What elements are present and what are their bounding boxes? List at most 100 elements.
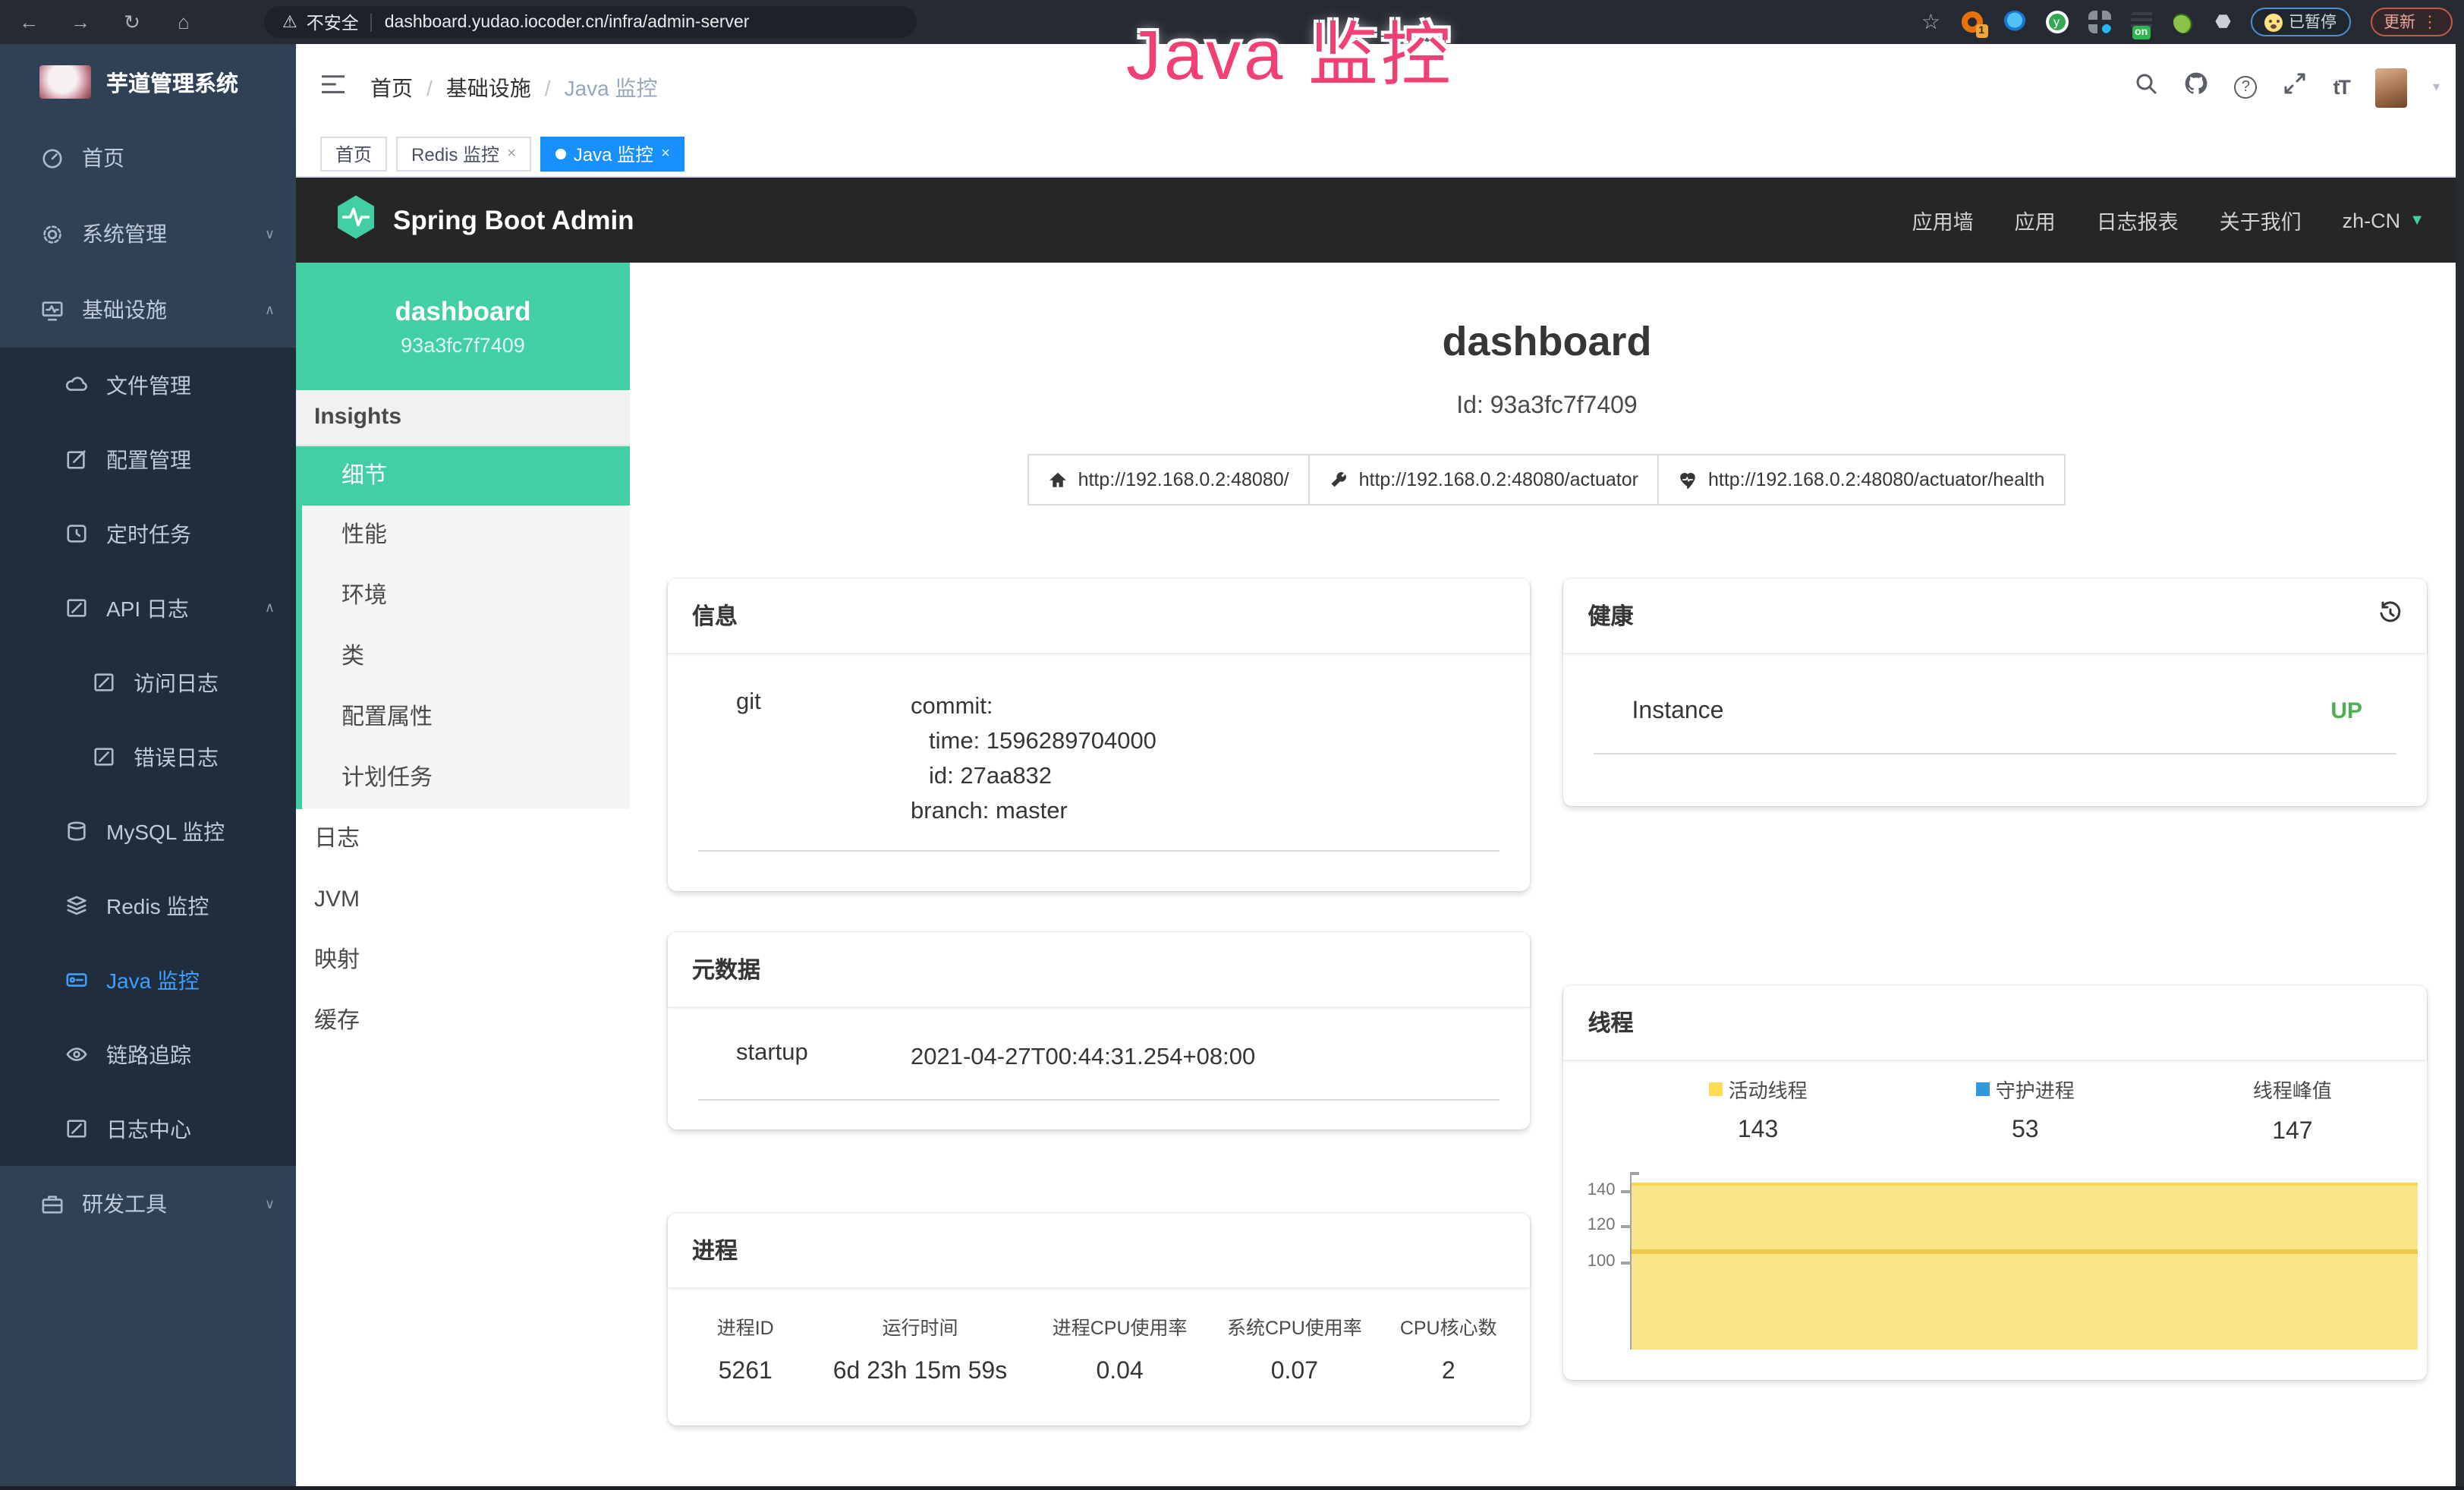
extension-icon-grid[interactable] bbox=[2088, 11, 2110, 33]
forward-icon[interactable]: → bbox=[64, 11, 97, 33]
sba-item-config-props[interactable]: 配置属性 bbox=[302, 688, 630, 748]
breadcrumb-home[interactable]: 首页 bbox=[370, 72, 413, 102]
sba-item-details[interactable]: 细节 bbox=[302, 446, 630, 506]
tab-redis-monitor[interactable]: Redis 监控 × bbox=[396, 136, 531, 171]
chevron-down-icon[interactable]: ▾ bbox=[2433, 79, 2440, 96]
sidebar-item-file-manage[interactable]: 文件管理 bbox=[0, 348, 296, 422]
hamburger-icon[interactable] bbox=[320, 72, 346, 102]
heartbeat-icon bbox=[1679, 471, 1698, 489]
health-instance-row: Instance UP bbox=[1564, 653, 2427, 726]
yellow-swatch-icon bbox=[1709, 1082, 1723, 1096]
process-col-cores: CPU核心数 bbox=[1382, 1312, 1515, 1340]
home-icon[interactable]: ⌂ bbox=[167, 11, 200, 33]
info-card-header: 信息 bbox=[668, 578, 1531, 653]
sba-nav-wallboard[interactable]: 应用墙 bbox=[1912, 205, 1974, 235]
sba-item-environment[interactable]: 环境 bbox=[302, 566, 630, 627]
admin-sidebar: 芋道管理系统 首页 系统管理 ∨ 基础设施 ∧ 文件管理 bbox=[0, 44, 296, 1490]
extension-icon-leaf[interactable] bbox=[2173, 11, 2195, 33]
info-card: 信息 git commit: time: 1596289704000 id: 2… bbox=[668, 578, 1531, 891]
extension-icon-orange[interactable]: 1 bbox=[1960, 11, 1983, 33]
sba-instance-header[interactable]: dashboard 93a3fc7f7409 bbox=[296, 263, 630, 390]
health-url-chip[interactable]: http://192.168.0.2:48080/actuator/health bbox=[1658, 454, 2066, 506]
briefcase-icon bbox=[39, 1192, 64, 1216]
window-scrollbar[interactable] bbox=[2455, 44, 2464, 1490]
search-icon[interactable] bbox=[2134, 71, 2158, 103]
threads-legend: 活动线程 143 守护进程 53 线程峰值 bbox=[1564, 1060, 2427, 1146]
close-icon[interactable]: × bbox=[507, 145, 516, 162]
metadata-key: startup bbox=[736, 1040, 911, 1075]
back-icon[interactable]: ← bbox=[12, 11, 46, 33]
metadata-value: 2021-04-27T00:44:31.254+08:00 bbox=[911, 1040, 1255, 1075]
fullscreen-icon[interactable] bbox=[2283, 71, 2307, 103]
service-url-chip[interactable]: http://192.168.0.2:48080/ bbox=[1028, 454, 1311, 506]
sba-item-logs[interactable]: 日志 bbox=[296, 809, 630, 870]
health-status-badge: UP bbox=[2330, 698, 2362, 726]
sba-item-metrics[interactable]: 性能 bbox=[302, 506, 630, 566]
sidebar-item-java-monitor[interactable]: Java 监控 bbox=[0, 943, 296, 1017]
url-bar[interactable]: ⚠ 不安全 dashboard.yudao.iocoder.cn/infra/a… bbox=[264, 6, 917, 38]
sidebar-item-redis-monitor[interactable]: Redis 监控 bbox=[0, 868, 296, 943]
extensions-puzzle-icon[interactable]: ⬣ bbox=[2215, 11, 2231, 33]
sidebar-item-home[interactable]: 首页 bbox=[0, 120, 296, 196]
update-button[interactable]: 更新 ⋮ bbox=[2370, 8, 2452, 36]
edit-square-icon bbox=[64, 447, 88, 471]
breadcrumb-infra[interactable]: 基础设施 bbox=[446, 72, 531, 102]
info-value: commit: time: 1596289704000 id: 27aa832 … bbox=[911, 689, 1156, 829]
sidebar-item-access-log[interactable]: 访问日志 bbox=[0, 645, 296, 720]
reload-icon[interactable]: ↻ bbox=[115, 10, 149, 34]
extension-icon-drop[interactable] bbox=[2003, 11, 2025, 33]
sba-item-mappings[interactable]: 映射 bbox=[296, 931, 630, 991]
sidebar-item-dev-tools[interactable]: 研发工具 ∨ bbox=[0, 1166, 296, 1242]
actuator-url-chip[interactable]: http://192.168.0.2:48080/actuator bbox=[1309, 454, 1660, 506]
tab-bar: 首页 Redis 监控 × Java 监控 × bbox=[296, 131, 2464, 178]
bookmark-star-icon[interactable]: ☆ bbox=[1921, 9, 1940, 35]
sidebar-item-mysql-monitor[interactable]: MySQL 监控 bbox=[0, 794, 296, 868]
row-divider bbox=[1594, 753, 2396, 754]
live-threads-value: 143 bbox=[1625, 1117, 1892, 1145]
sidebar-item-trace[interactable]: 链路追踪 bbox=[0, 1017, 296, 1092]
paused-badge[interactable]: 已暂停 bbox=[2251, 8, 2350, 36]
github-icon[interactable] bbox=[2184, 71, 2208, 103]
user-avatar[interactable] bbox=[2375, 68, 2407, 107]
threads-chart: 140 120 100 bbox=[1564, 1167, 2427, 1312]
sba-item-scheduled-tasks[interactable]: 计划任务 bbox=[302, 748, 630, 809]
help-icon[interactable]: ? bbox=[2234, 76, 2257, 99]
tab-java-monitor[interactable]: Java 监控 × bbox=[540, 136, 685, 171]
sidebar-item-infrastructure[interactable]: 基础设施 ∧ bbox=[0, 272, 296, 348]
sba-nav-applications[interactable]: 应用 bbox=[2015, 205, 2056, 235]
ytick-140: 140 bbox=[1564, 1181, 1616, 1199]
row-divider bbox=[698, 850, 1500, 852]
chevron-up-icon: ∧ bbox=[265, 301, 275, 318]
ytick-120: 120 bbox=[1564, 1216, 1616, 1234]
sba-brand-title: Spring Boot Admin bbox=[393, 204, 634, 236]
sidebar-item-scheduled-jobs[interactable]: 定时任务 bbox=[0, 496, 296, 571]
process-card: 进程 进程ID 运行时间 进程CPU使用率 系统CPU使用率 bbox=[668, 1213, 1531, 1425]
extension-icon-tampermonkey[interactable]: on bbox=[2130, 11, 2153, 33]
sba-item-classes[interactable]: 类 bbox=[302, 627, 630, 688]
close-icon[interactable]: × bbox=[661, 145, 670, 162]
sba-sidebar: dashboard 93a3fc7f7409 Insights 细节 性能 环境… bbox=[296, 263, 630, 1490]
font-size-icon[interactable]: tT bbox=[2333, 76, 2349, 99]
sidebar-item-system[interactable]: 系统管理 ∨ bbox=[0, 196, 296, 272]
log-edit-icon bbox=[64, 1117, 88, 1141]
sba-language-select[interactable]: zh-CN ▼ bbox=[2343, 209, 2425, 232]
sidebar-item-log-center[interactable]: 日志中心 bbox=[0, 1092, 296, 1166]
sidebar-item-error-log[interactable]: 错误日志 bbox=[0, 720, 296, 794]
spring-boot-admin-frame: Spring Boot Admin 应用墙 应用 日志报表 关于我们 zh-CN… bbox=[296, 178, 2464, 1490]
extension-icon-green[interactable]: y bbox=[2045, 11, 2068, 33]
sba-nav-journal[interactable]: 日志报表 bbox=[2097, 205, 2179, 235]
sidebar-item-api-log[interactable]: API 日志 ∧ bbox=[0, 571, 296, 645]
tab-home[interactable]: 首页 bbox=[320, 136, 387, 171]
sidebar-item-config-manage[interactable]: 配置管理 bbox=[0, 422, 296, 496]
url-divider bbox=[371, 13, 373, 31]
process-col-pid: 进程ID bbox=[683, 1312, 807, 1340]
sba-instance-name: dashboard bbox=[395, 296, 531, 328]
sba-item-jvm[interactable]: JVM bbox=[296, 870, 630, 931]
chevron-up-icon: ∧ bbox=[265, 600, 275, 616]
health-card: 健康 Instance UP bbox=[1564, 578, 2427, 806]
home-icon bbox=[1049, 471, 1068, 489]
sba-item-caches[interactable]: 缓存 bbox=[296, 991, 630, 1052]
instance-links: http://192.168.0.2:48080/ http://192.168… bbox=[668, 454, 2426, 506]
history-icon[interactable] bbox=[2377, 600, 2402, 631]
sba-nav-about[interactable]: 关于我们 bbox=[2220, 205, 2302, 235]
